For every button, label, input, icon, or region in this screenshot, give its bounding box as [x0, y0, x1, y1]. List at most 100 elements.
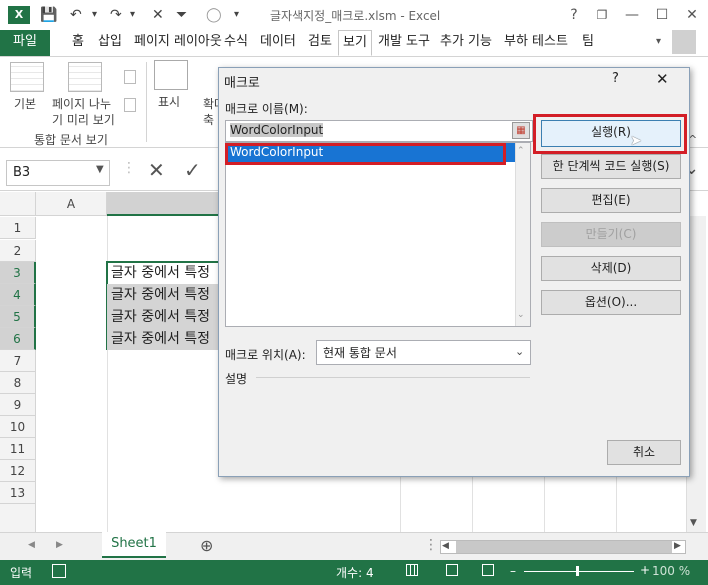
- run-button[interactable]: 실행(R): [541, 120, 681, 147]
- save-icon[interactable]: 💾: [40, 5, 57, 25]
- zoom-level[interactable]: 100 %: [652, 564, 690, 578]
- cell-b6[interactable]: 글자 중에서 특정: [107, 328, 221, 350]
- page-break-status-icon[interactable]: [482, 564, 494, 576]
- list-scroll-down-icon[interactable]: ⌄: [517, 310, 525, 320]
- cell-b5[interactable]: 글자 중에서 특정: [107, 306, 221, 328]
- tab-review[interactable]: 검토: [304, 30, 336, 56]
- undo-dropdown-icon[interactable]: ▾: [92, 5, 97, 25]
- row-header-12[interactable]: 12: [0, 460, 36, 482]
- tab-load-test[interactable]: 부하 테스트: [500, 30, 572, 56]
- macro-record-icon[interactable]: [52, 564, 66, 578]
- page-break-preview-icon[interactable]: [68, 62, 102, 92]
- normal-view-icon[interactable]: [10, 62, 44, 92]
- zoom-slider[interactable]: [524, 571, 634, 572]
- sheet-nav-right-icon[interactable]: ▶: [56, 540, 63, 550]
- cancel-button[interactable]: 취소: [607, 440, 681, 465]
- row-header-1[interactable]: 1: [0, 217, 36, 239]
- zoom-out-icon[interactable]: –: [510, 565, 516, 577]
- tab-add-ins[interactable]: 추가 기능: [436, 30, 496, 56]
- sheet-nav-left-icon[interactable]: ◀: [28, 540, 35, 550]
- options-button[interactable]: 옵션(O)...: [541, 290, 681, 315]
- customize-dropdown-icon[interactable]: ▾: [234, 5, 239, 25]
- tab-formulas[interactable]: 수식: [220, 30, 252, 56]
- macro-location-value: 현재 통합 문서: [323, 346, 397, 360]
- show-icon[interactable]: [154, 60, 188, 90]
- row-header-5[interactable]: 5: [0, 306, 36, 328]
- location-dropdown-icon[interactable]: ⌄: [515, 345, 524, 358]
- row-header-7[interactable]: 7: [0, 350, 36, 372]
- redo-icon[interactable]: ↷: [110, 5, 122, 25]
- normal-view-status-icon[interactable]: [406, 564, 418, 576]
- description-label: 설명: [225, 372, 248, 386]
- excel-logo-icon: X: [8, 6, 30, 24]
- row-header-3[interactable]: 3: [0, 262, 36, 284]
- step-into-button[interactable]: 한 단계씩 코드 실행(S): [541, 154, 681, 179]
- macro-name-input[interactable]: WordColorInput: [225, 120, 533, 142]
- close-button[interactable]: ✕: [680, 4, 704, 26]
- macro-location-select[interactable]: 현재 통합 문서: [316, 340, 531, 365]
- name-box-dropdown-icon[interactable]: ▼: [96, 164, 104, 175]
- edit-button[interactable]: 편집(E): [541, 188, 681, 213]
- custom-view-icon[interactable]: [124, 98, 136, 112]
- row-header-2[interactable]: 2: [0, 240, 36, 262]
- column-header-b[interactable]: [107, 192, 221, 216]
- collapse-dialog-icon[interactable]: ▦: [512, 122, 530, 139]
- add-sheet-icon[interactable]: ⊕: [200, 536, 213, 555]
- macro-location-label: 매크로 위치(A):: [225, 348, 306, 362]
- row-header-6[interactable]: 6: [0, 328, 36, 350]
- zoom-in-icon[interactable]: +: [640, 563, 650, 577]
- page-layout-status-icon[interactable]: [446, 564, 458, 576]
- tab-page-layout[interactable]: 페이지 레이아웃: [130, 30, 226, 56]
- scroll-down-icon[interactable]: ▼: [690, 518, 697, 528]
- account-avatar-icon[interactable]: [672, 30, 696, 54]
- clear-icon[interactable]: ✕: [152, 5, 164, 25]
- name-box[interactable]: B3: [6, 160, 110, 186]
- tab-data[interactable]: 데이터: [256, 30, 300, 56]
- tab-file[interactable]: 파일: [0, 30, 50, 56]
- window-title: 글자색지정_매크로.xlsm - Excel: [270, 9, 441, 23]
- tab-insert[interactable]: 삽입: [94, 30, 126, 56]
- row-header-13[interactable]: 13: [0, 482, 36, 504]
- tab-team[interactable]: 팀: [578, 30, 598, 56]
- row-header-10[interactable]: 10: [0, 416, 36, 438]
- maximize-button[interactable]: ☐: [650, 4, 674, 26]
- description-divider: [256, 377, 530, 378]
- row-header-11[interactable]: 11: [0, 438, 36, 460]
- enter-entry-icon[interactable]: ✓: [184, 158, 201, 182]
- ribbon-display-icon[interactable]: ❐: [590, 4, 614, 26]
- circle-icon[interactable]: ◯: [206, 5, 222, 25]
- cell-b3[interactable]: 글자 중에서 특정: [107, 262, 221, 284]
- cancel-entry-icon[interactable]: ✕: [148, 158, 165, 182]
- cell-b4[interactable]: 글자 중에서 특정: [107, 284, 221, 306]
- undo-icon[interactable]: ↶: [70, 5, 82, 25]
- status-mode: 입력: [10, 566, 33, 580]
- scroll-left-icon[interactable]: ◀: [442, 541, 449, 551]
- row-header-8[interactable]: 8: [0, 372, 36, 394]
- tab-home[interactable]: 홈: [68, 30, 88, 56]
- dialog-close-icon[interactable]: ✕: [656, 70, 669, 88]
- formula-bar-dots: ⋮: [122, 160, 136, 176]
- row-header-4[interactable]: 4: [0, 284, 36, 306]
- delete-button[interactable]: 삭제(D): [541, 256, 681, 281]
- select-all-corner[interactable]: [0, 192, 36, 216]
- tab-view[interactable]: 보기: [338, 30, 372, 56]
- redo-dropdown-icon[interactable]: ▾: [130, 5, 135, 25]
- zoom-slider-thumb[interactable]: [576, 566, 579, 576]
- show-label[interactable]: 표시: [158, 93, 180, 110]
- filter-icon[interactable]: ⏷: [176, 5, 187, 25]
- minimize-button[interactable]: —: [620, 4, 644, 26]
- help-icon[interactable]: ?: [562, 4, 586, 26]
- row-header-9[interactable]: 9: [0, 394, 36, 416]
- macro-list[interactable]: [225, 142, 531, 327]
- tab-developer[interactable]: 개발 도구: [374, 30, 434, 56]
- scroll-right-icon[interactable]: ▶: [674, 541, 681, 551]
- dialog-help-icon[interactable]: ?: [612, 71, 619, 86]
- ribbon-options-icon[interactable]: ▾: [656, 36, 661, 47]
- page-layout-icon[interactable]: [124, 70, 136, 84]
- sheet-tab-sheet1[interactable]: Sheet1: [102, 532, 166, 558]
- column-header-a[interactable]: A: [36, 192, 107, 216]
- create-button[interactable]: 만들기(C): [541, 222, 681, 247]
- list-scroll-up-icon[interactable]: ⌃: [517, 146, 525, 156]
- horizontal-scroll-thumb[interactable]: [456, 541, 672, 553]
- macro-list-scrollbar[interactable]: [515, 143, 530, 326]
